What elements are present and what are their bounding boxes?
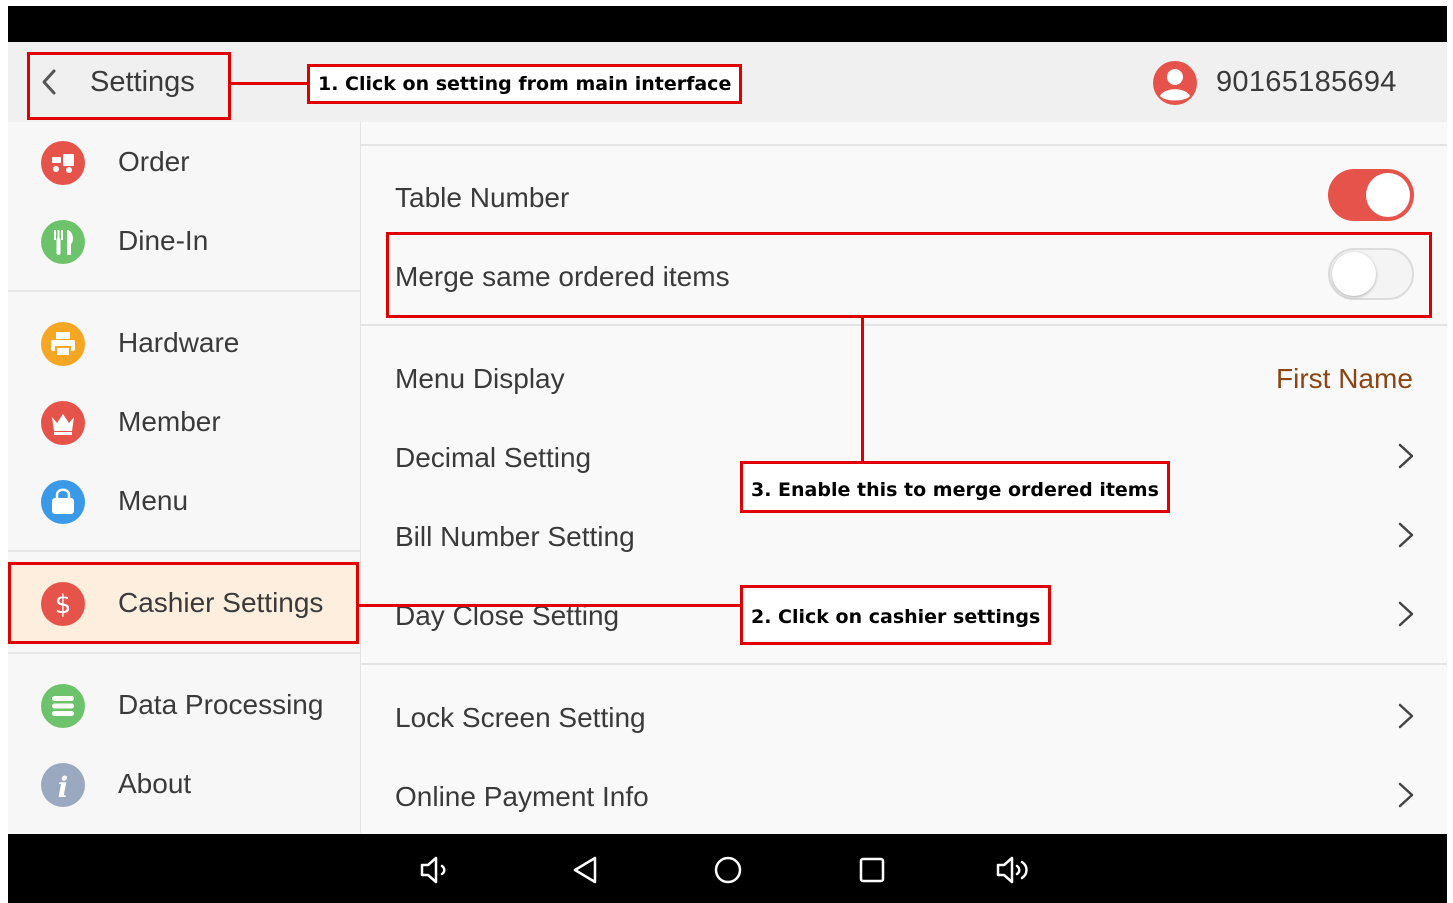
menu-display-label[interactable]: Menu Display <box>395 361 565 397</box>
back-nav-icon[interactable] <box>565 850 605 890</box>
table-number-toggle[interactable] <box>1328 169 1414 221</box>
annotation-step1: 1. Click on setting from main interface <box>307 64 743 104</box>
chevron-right-icon[interactable] <box>1394 441 1418 471</box>
fork-knife-icon <box>41 220 85 264</box>
annotation-connector <box>231 82 308 85</box>
decimal-setting-label[interactable]: Decimal Setting <box>395 440 591 476</box>
chevron-right-icon[interactable] <box>1394 701 1418 731</box>
table-number-label: Table Number <box>395 182 570 213</box>
sidebar-item-member[interactable]: Member <box>8 384 360 462</box>
sidebar-item-data-processing[interactable]: Data Processing <box>8 667 360 745</box>
crown-icon <box>41 401 85 445</box>
bag-icon <box>41 480 85 524</box>
section-divider <box>361 324 1447 326</box>
sidebar-item-about[interactable]: i About <box>8 746 360 824</box>
annotation-step2: 2. Click on cashier settings <box>740 585 1052 645</box>
annotation-box-merge-items <box>386 232 1432 318</box>
annotation-box-cashier-settings <box>8 562 359 644</box>
chevron-right-icon[interactable] <box>1394 780 1418 810</box>
sidebar-divider <box>8 550 360 552</box>
home-nav-icon[interactable] <box>708 850 748 890</box>
sidebar-item-hardware[interactable]: Hardware <box>8 305 360 383</box>
sidebar-item-order[interactable]: Order <box>8 124 360 202</box>
chevron-right-icon[interactable] <box>1394 520 1418 550</box>
annotation-step3: 3. Enable this to merge ordered items <box>740 461 1170 513</box>
order-icon <box>41 141 85 185</box>
sidebar-item-menu[interactable]: Menu <box>8 463 360 541</box>
recent-apps-icon[interactable] <box>852 850 892 890</box>
svg-text:i: i <box>58 771 69 804</box>
bill-number-setting-label[interactable]: Bill Number Setting <box>395 519 635 555</box>
sidebar-item-dine-in[interactable]: Dine-In <box>8 203 360 281</box>
sidebar-item-label: About <box>118 768 192 799</box>
info-icon: i <box>41 763 85 807</box>
sidebar-item-label: Data Processing <box>118 689 324 720</box>
sidebar-item-label: Dine-In <box>118 225 209 256</box>
sidebar-divider <box>8 290 360 292</box>
lock-screen-setting-label[interactable]: Lock Screen Setting <box>395 700 646 736</box>
menu-display-value[interactable]: First Name <box>1276 361 1413 397</box>
sidebar-item-label: Member <box>118 406 221 437</box>
database-icon <box>41 684 85 728</box>
annotation-connector <box>359 604 741 607</box>
sidebar-divider <box>8 652 360 654</box>
toggle-knob <box>1366 173 1410 217</box>
section-divider <box>361 663 1447 665</box>
section-divider <box>361 144 1447 146</box>
user-avatar-icon[interactable] <box>1152 60 1198 106</box>
sidebar-item-label: Menu <box>118 485 189 516</box>
status-bar <box>8 6 1447 42</box>
account-phone[interactable]: 90165185694 <box>1216 64 1397 100</box>
volume-up-icon[interactable] <box>994 850 1034 890</box>
chevron-right-icon[interactable] <box>1394 599 1418 629</box>
sidebar-item-label: Order <box>118 146 190 177</box>
online-payment-info-label[interactable]: Online Payment Info <box>395 779 649 815</box>
sidebar-item-label: Hardware <box>118 327 240 358</box>
annotation-box-settings <box>27 52 231 120</box>
annotation-connector <box>861 318 864 461</box>
volume-down-icon[interactable] <box>416 850 456 890</box>
printer-icon <box>41 322 85 366</box>
